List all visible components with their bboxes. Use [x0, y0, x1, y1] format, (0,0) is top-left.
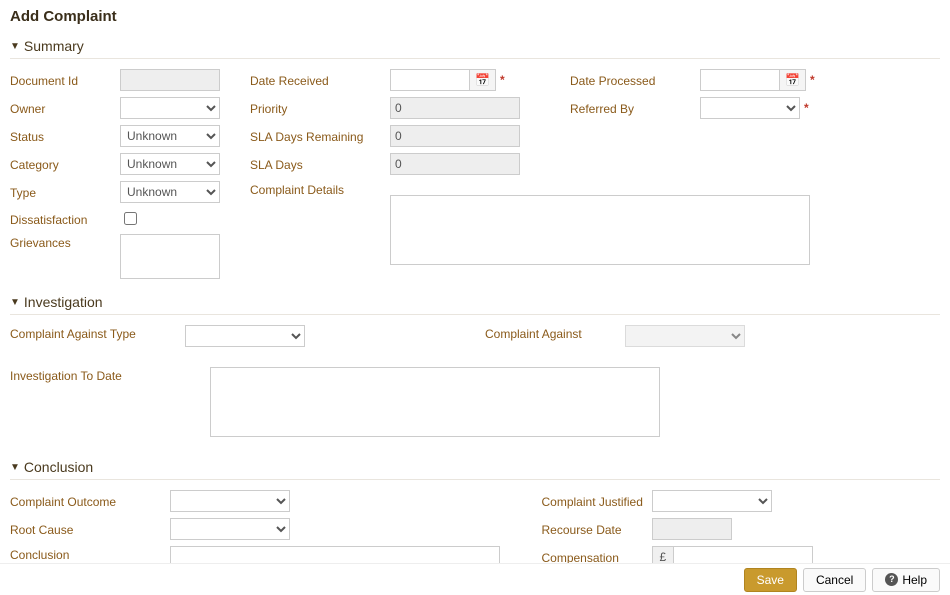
date-processed-input[interactable]: [700, 69, 780, 91]
label-dissatisfaction: Dissatisfaction: [10, 211, 120, 227]
complaint-outcome-select[interactable]: [170, 490, 290, 512]
cancel-button[interactable]: Cancel: [803, 568, 866, 592]
label-conclusion: Conclusion: [10, 546, 170, 562]
help-button[interactable]: ? Help: [872, 568, 940, 592]
date-received-picker-button[interactable]: 📅: [470, 69, 496, 91]
label-investigation-to-date: Investigation To Date: [10, 367, 210, 383]
save-button[interactable]: Save: [744, 568, 797, 592]
sla-days-remaining-input: [390, 125, 520, 147]
date-received-input[interactable]: [390, 69, 470, 91]
root-cause-select[interactable]: [170, 518, 290, 540]
label-complaint-against: Complaint Against: [485, 325, 625, 347]
section-body-conclusion: Complaint Outcome Root Cause Conclusion …: [10, 480, 940, 563]
label-priority: Priority: [250, 100, 390, 116]
label-referred-by: Referred By: [570, 100, 700, 116]
section-header-summary[interactable]: ▼ Summary: [10, 32, 940, 59]
conclusion-textarea[interactable]: [170, 546, 500, 563]
required-marker: *: [810, 73, 815, 87]
form-scroll-area[interactable]: ▼ Summary Document Id Owner Status Unkno…: [0, 28, 950, 563]
section-header-label: Conclusion: [24, 459, 93, 475]
status-select[interactable]: Unknown: [120, 125, 220, 147]
label-date-processed: Date Processed: [570, 72, 700, 88]
date-processed-picker-button[interactable]: 📅: [780, 69, 806, 91]
page-title: Add Complaint: [0, 0, 950, 29]
help-button-label: Help: [902, 573, 927, 587]
footer-bar: Save Cancel ? Help: [0, 563, 950, 595]
label-owner: Owner: [10, 100, 120, 116]
recourse-date-input: [652, 518, 732, 540]
label-sla-days: SLA Days: [250, 156, 390, 172]
complaint-details-textarea[interactable]: [390, 195, 810, 265]
caret-down-icon: ▼: [10, 41, 20, 52]
category-select[interactable]: Unknown: [120, 153, 220, 175]
section-header-investigation[interactable]: ▼ Investigation: [10, 288, 940, 315]
complaint-justified-select[interactable]: [652, 490, 772, 512]
calendar-icon: 📅: [475, 73, 490, 87]
label-sla-days-remaining: SLA Days Remaining: [250, 128, 390, 144]
calendar-icon: 📅: [785, 73, 800, 87]
section-header-label: Investigation: [24, 294, 103, 310]
label-complaint-outcome: Complaint Outcome: [10, 493, 170, 509]
section-header-conclusion[interactable]: ▼ Conclusion: [10, 453, 940, 480]
required-marker: *: [804, 101, 809, 115]
referred-by-select[interactable]: [700, 97, 800, 119]
section-body-investigation: Complaint Against Type Complaint Against…: [10, 315, 940, 449]
type-select[interactable]: Unknown: [120, 181, 220, 203]
complaint-against-select: [625, 325, 745, 347]
label-document-id: Document Id: [10, 72, 120, 88]
label-date-received: Date Received: [250, 72, 390, 88]
caret-down-icon: ▼: [10, 462, 20, 473]
sla-days-input: [390, 153, 520, 175]
help-icon: ?: [885, 573, 898, 586]
section-header-label: Summary: [24, 38, 84, 54]
grievances-textarea[interactable]: [120, 234, 220, 279]
document-id-input: [120, 69, 220, 91]
label-grievances: Grievances: [10, 234, 120, 250]
label-category: Category: [10, 156, 120, 172]
required-marker: *: [500, 73, 505, 87]
caret-down-icon: ▼: [10, 297, 20, 308]
dissatisfaction-checkbox[interactable]: [124, 212, 137, 225]
owner-select[interactable]: [120, 97, 220, 119]
label-type: Type: [10, 184, 120, 200]
complaint-against-type-select[interactable]: [185, 325, 305, 347]
currency-symbol: £: [652, 546, 674, 563]
label-complaint-details: Complaint Details: [250, 181, 390, 197]
section-body-summary: Document Id Owner Status Unknown Categor…: [10, 59, 940, 284]
investigation-to-date-textarea[interactable]: [210, 367, 660, 437]
label-complaint-against-type: Complaint Against Type: [10, 325, 185, 347]
label-complaint-justified: Complaint Justified: [542, 493, 652, 509]
label-status: Status: [10, 128, 120, 144]
label-compensation: Compensation: [542, 549, 652, 563]
priority-input: [390, 97, 520, 119]
label-root-cause: Root Cause: [10, 521, 170, 537]
label-recourse-date: Recourse Date: [542, 521, 652, 537]
compensation-input[interactable]: [673, 546, 813, 563]
